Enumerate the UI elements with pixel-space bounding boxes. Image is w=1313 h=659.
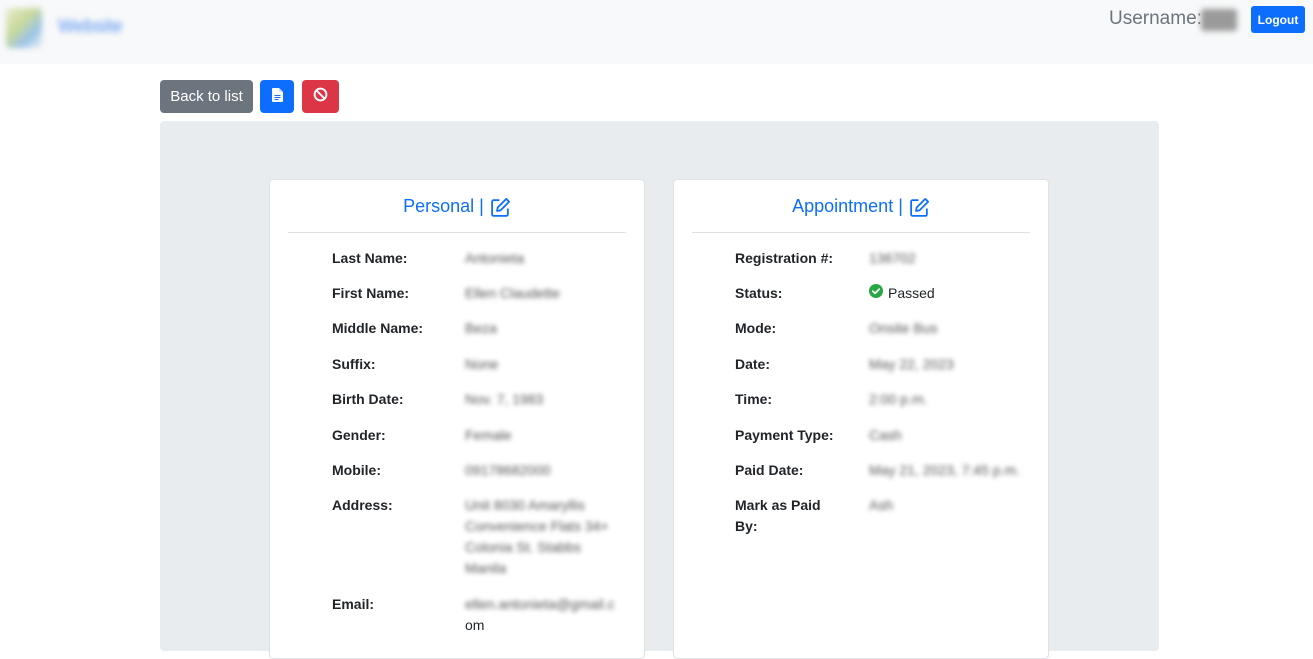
- personal-card: Personal |: [269, 179, 645, 659]
- status-badge: Passed: [869, 283, 935, 304]
- personal-header: Personal |: [288, 196, 626, 233]
- address-label: Address:: [332, 497, 393, 513]
- check-circle-icon: [869, 283, 883, 304]
- edit-icon[interactable]: [490, 196, 511, 223]
- time-label: Time:: [735, 391, 773, 407]
- registration-value: 136702: [869, 250, 916, 266]
- birth-date-label: Birth Date:: [332, 391, 404, 407]
- status-label: Status:: [735, 285, 783, 301]
- status-value: Passed: [888, 285, 935, 301]
- mobile-value: 09178682000: [465, 462, 551, 478]
- date-value: May 22, 2023: [869, 356, 954, 372]
- email-value-line-1: ellen.antonieta@gmail.c: [465, 596, 615, 612]
- document-button[interactable]: [260, 80, 294, 113]
- appointment-header: Appointment |: [692, 196, 1030, 233]
- address-value-line-3: Colonia St. Stabbs: [465, 539, 581, 555]
- suffix-value: None: [465, 356, 499, 372]
- email-value-line-2: om: [465, 617, 485, 633]
- username-value: user: [1201, 9, 1237, 31]
- file-icon: [271, 87, 283, 106]
- payment-type-value: Cash: [869, 427, 902, 443]
- first-name-label: First Name:: [332, 285, 410, 301]
- back-to-list-button[interactable]: Back to list: [160, 80, 253, 113]
- email-label: Email:: [332, 596, 375, 612]
- mark-paid-by-value: Ash: [869, 497, 894, 513]
- mode-label: Mode:: [735, 320, 777, 336]
- mobile-label: Mobile:: [332, 462, 381, 478]
- address-value-line-4: Manila: [465, 560, 507, 576]
- navbar: Website Username: user Logout: [0, 0, 1313, 64]
- last-name-value: Antonieta: [465, 250, 525, 266]
- paid-date-value: May 21, 2023, 7:45 p.m.: [869, 462, 1020, 478]
- username-label: Username:: [1109, 8, 1202, 29]
- mark-paid-by-label-line-1: Mark as Paid: [735, 497, 821, 513]
- brand-logo[interactable]: [6, 8, 42, 48]
- logout-button[interactable]: Logout: [1251, 6, 1305, 33]
- mark-paid-by-label-line-2: By:: [735, 518, 758, 534]
- mode-value: Onsite Bus: [869, 320, 938, 336]
- address-value-line-2: Convenience Flats 34+: [465, 518, 609, 534]
- paid-date-label: Paid Date:: [735, 462, 804, 478]
- middle-name-label: Middle Name:: [332, 320, 424, 336]
- edit-icon[interactable]: [909, 196, 930, 223]
- cancel-button[interactable]: [302, 80, 339, 113]
- registration-label: Registration #:: [735, 250, 834, 266]
- date-label: Date:: [735, 356, 771, 372]
- time-value: 2:00 p.m.: [869, 391, 928, 407]
- last-name-label: Last Name:: [332, 250, 408, 266]
- ban-icon: [313, 87, 328, 106]
- gender-value: Female: [465, 427, 512, 443]
- appointment-title: Appointment |: [792, 196, 903, 216]
- appointment-card: Appointment |: [673, 179, 1049, 659]
- brand-name[interactable]: Website: [58, 16, 123, 37]
- personal-title: Personal |: [403, 196, 484, 216]
- birth-date-value: Nov. 7, 1983: [465, 391, 544, 407]
- payment-type-label: Payment Type:: [735, 427, 834, 443]
- suffix-label: Suffix:: [332, 356, 376, 372]
- first-name-value: Ellen Claudette: [465, 285, 560, 301]
- middle-name-value: Beza: [465, 320, 497, 336]
- gender-label: Gender:: [332, 427, 386, 443]
- address-value-line-1: Unit 8030 Amaryllis: [465, 497, 585, 513]
